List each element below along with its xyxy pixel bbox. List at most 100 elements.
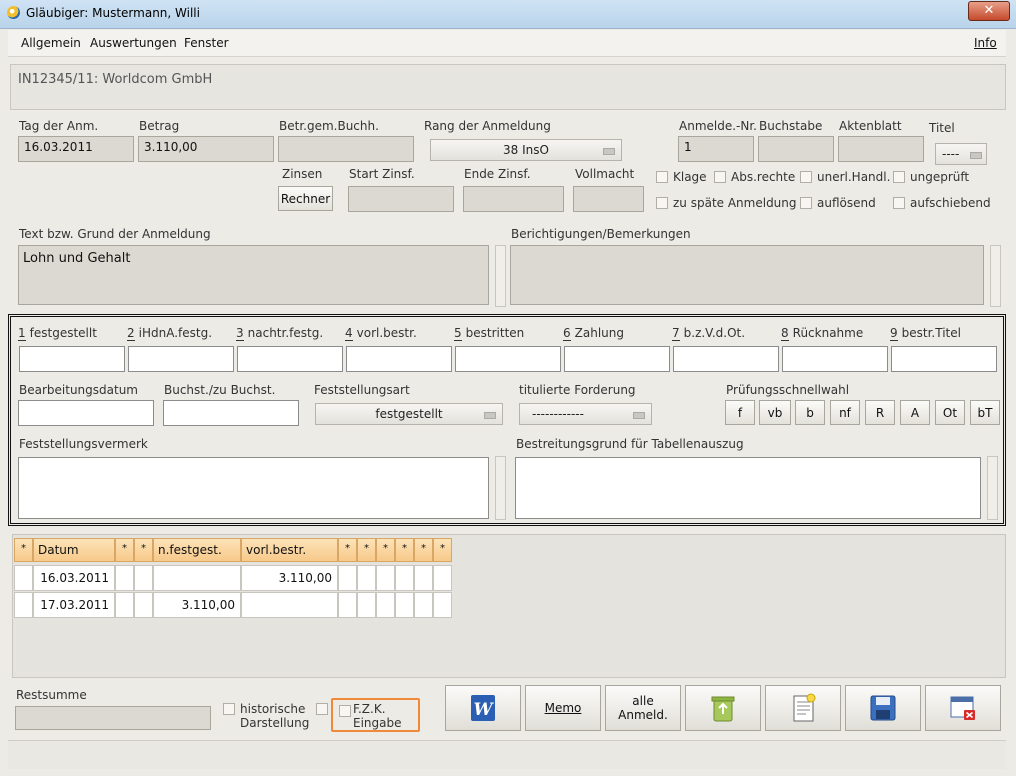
menu-allgemein[interactable]: Allgemein <box>21 36 81 50</box>
menu-fenster[interactable]: Fenster <box>184 36 229 50</box>
cell-marker[interactable] <box>433 592 452 618</box>
titulierte-select[interactable]: ------------ <box>519 403 652 425</box>
column-header[interactable]: * <box>338 538 357 562</box>
zu-spaete-checkbox[interactable] <box>656 197 668 209</box>
cell-datum[interactable]: 16.03.2011 <box>33 565 115 591</box>
cell-marker[interactable] <box>414 592 433 618</box>
column-header[interactable]: * <box>357 538 376 562</box>
berichtigungen-area[interactable] <box>510 245 984 305</box>
quick-button-nf[interactable]: nf <box>830 400 860 425</box>
start-zinsf-field[interactable] <box>348 186 454 212</box>
quick-button-f[interactable]: f <box>725 400 755 425</box>
restsumme-field[interactable] <box>15 706 211 730</box>
quick-button-b[interactable]: b <box>795 400 825 425</box>
close-window-button[interactable] <box>925 685 1001 731</box>
quick-button-r[interactable]: R <box>865 400 895 425</box>
column-header[interactable]: * <box>433 538 452 562</box>
cell-vorlbestr[interactable]: 3.110,00 <box>241 565 338 591</box>
cell-nfestgest[interactable]: 3.110,00 <box>153 592 241 618</box>
column-header[interactable]: Datum <box>33 538 115 562</box>
recycle-button[interactable] <box>685 685 761 731</box>
vollmacht-field[interactable] <box>573 186 644 212</box>
tag-field[interactable]: 16.03.2011 <box>18 136 134 162</box>
cell-marker[interactable] <box>376 565 395 591</box>
cell-marker[interactable] <box>414 565 433 591</box>
cell-nfestgest[interactable] <box>153 565 241 591</box>
status-input-7[interactable] <box>673 346 779 372</box>
column-header[interactable]: * <box>115 538 134 562</box>
cell-marker[interactable] <box>395 592 414 618</box>
menu-auswertungen[interactable]: Auswertungen <box>90 36 177 50</box>
cell-marker[interactable] <box>376 592 395 618</box>
column-header[interactable]: * <box>134 538 153 562</box>
column-header[interactable]: * <box>414 538 433 562</box>
new-document-button[interactable] <box>765 685 841 731</box>
feststellungsart-select[interactable]: festgestellt <box>315 403 503 425</box>
titel-select[interactable]: ---- <box>935 143 987 165</box>
save-button[interactable] <box>845 685 921 731</box>
cell-vorlbestr[interactable] <box>241 592 338 618</box>
quick-button-vb[interactable]: vb <box>759 400 791 425</box>
buchstabe-field[interactable] <box>758 136 834 162</box>
quick-button-a[interactable]: A <box>900 400 930 425</box>
betrag-field[interactable]: 3.110,00 <box>138 136 274 162</box>
column-header[interactable]: n.festgest. <box>153 538 241 562</box>
column-header[interactable]: * <box>14 538 33 562</box>
cell-marker[interactable] <box>14 565 33 591</box>
column-header[interactable]: * <box>395 538 414 562</box>
cell-marker[interactable] <box>115 565 134 591</box>
word-button[interactable]: W <box>445 685 521 731</box>
rang-select[interactable]: 38 InsO <box>430 139 622 161</box>
status-input-8[interactable] <box>782 346 888 372</box>
cell-marker[interactable] <box>115 592 134 618</box>
cell-marker[interactable] <box>357 565 376 591</box>
buchst-input[interactable] <box>163 400 299 426</box>
alle-anmeld-button[interactable]: alle Anmeld. <box>605 685 681 731</box>
cell-marker[interactable] <box>134 592 153 618</box>
unerl-checkbox[interactable] <box>800 171 812 183</box>
unlabeled-checkbox[interactable] <box>316 703 328 715</box>
bestreitung-scrollbar[interactable] <box>987 456 998 520</box>
cell-marker[interactable] <box>14 592 33 618</box>
berichtigungen-scrollbar[interactable] <box>990 245 1001 307</box>
quick-button-bt[interactable]: bT <box>970 400 1000 425</box>
absrechte-checkbox[interactable] <box>714 171 726 183</box>
cell-marker[interactable] <box>134 565 153 591</box>
column-header[interactable]: * <box>376 538 395 562</box>
bestreitung-area[interactable] <box>515 457 981 519</box>
close-button[interactable]: ✕ <box>968 1 1010 21</box>
memo-button[interactable]: Memo <box>525 685 601 731</box>
vermerk-scrollbar[interactable] <box>495 456 506 520</box>
rechner-button[interactable]: Rechner <box>278 186 333 211</box>
status-input-1[interactable] <box>19 346 125 372</box>
status-input-3[interactable] <box>237 346 343 372</box>
status-input-4[interactable] <box>346 346 452 372</box>
aufschiebend-checkbox[interactable] <box>893 197 905 209</box>
cell-marker[interactable] <box>433 565 452 591</box>
text-scrollbar[interactable] <box>495 245 506 307</box>
historische-checkbox[interactable] <box>223 703 235 715</box>
aufloesend-checkbox[interactable] <box>800 197 812 209</box>
text-area[interactable]: Lohn und Gehalt <box>18 245 489 305</box>
betr-gem-field[interactable] <box>278 136 414 162</box>
vermerk-area[interactable] <box>18 457 489 519</box>
cell-marker[interactable] <box>395 565 414 591</box>
ungeprueft-checkbox[interactable] <box>893 171 905 183</box>
quick-button-ot[interactable]: Ot <box>935 400 965 425</box>
cell-marker[interactable] <box>338 592 357 618</box>
status-input-2[interactable] <box>128 346 234 372</box>
cell-marker[interactable] <box>357 592 376 618</box>
fzk-checkbox[interactable] <box>339 705 351 717</box>
aktenblatt-field[interactable] <box>838 136 924 162</box>
bearb-datum-input[interactable] <box>18 400 154 426</box>
status-input-9[interactable] <box>891 346 997 372</box>
ende-zinsf-field[interactable] <box>463 186 564 212</box>
klage-checkbox[interactable] <box>656 171 668 183</box>
cell-datum[interactable]: 17.03.2011 <box>33 592 115 618</box>
cell-marker[interactable] <box>338 565 357 591</box>
column-header[interactable]: vorl.bestr. <box>241 538 338 562</box>
status-input-6[interactable] <box>564 346 670 372</box>
status-input-5[interactable] <box>455 346 561 372</box>
menu-info[interactable]: Info <box>974 36 997 50</box>
anmelde-nr-field[interactable]: 1 <box>678 136 754 162</box>
